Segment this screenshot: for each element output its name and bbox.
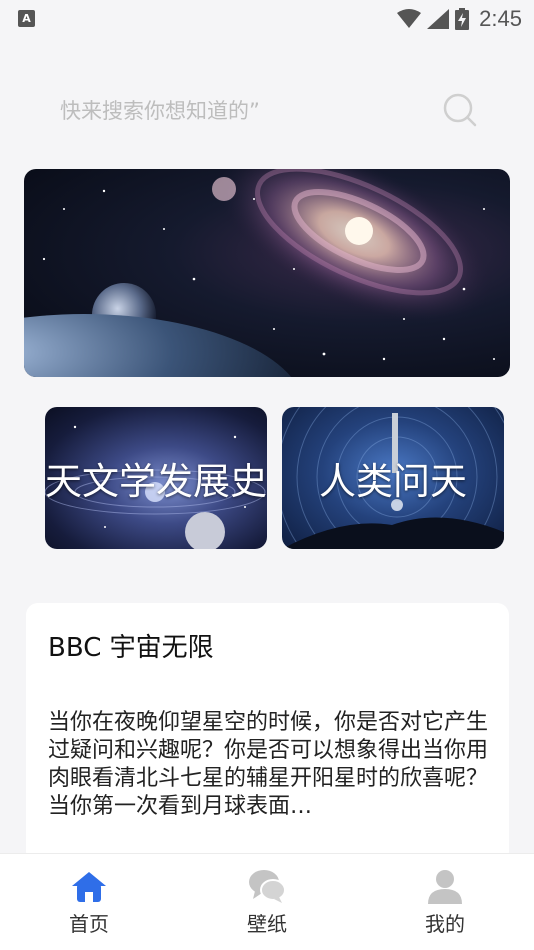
nav-label: 首页 [69, 912, 109, 936]
galaxy-banner-image[interactable] [24, 169, 510, 377]
article-excerpt: 当你在夜晚仰望星空的时候，你是否对它产生过疑问和兴趣呢？你是否可以想象得出当你用… [48, 710, 488, 819]
category-card-exploration[interactable]: 人类问天 [282, 407, 504, 549]
search-input[interactable] [60, 94, 420, 128]
nav-item-wallpaper[interactable]: 壁纸 [207, 866, 327, 946]
wifi-icon [397, 9, 422, 28]
article-title: BBC 宇宙无限 [48, 633, 214, 663]
nav-label: 我的 [425, 912, 465, 936]
chat-icon [249, 870, 286, 903]
category-label: 天文学发展史 [45, 460, 267, 503]
nav-item-mine[interactable]: 我的 [385, 866, 505, 946]
nav-item-home[interactable]: 首页 [29, 866, 149, 946]
search-bar[interactable] [44, 80, 490, 140]
status-time: 2:45 [479, 6, 522, 31]
home-icon [72, 872, 106, 902]
nav-label: 壁纸 [247, 912, 287, 936]
category-card-history[interactable]: 天文学发展史 [45, 407, 267, 549]
signal-icon [427, 9, 450, 29]
status-bar: A 2:45 [0, 0, 534, 38]
search-icon[interactable] [442, 92, 478, 128]
notification-badge: A [18, 10, 35, 27]
bottom-nav: 首页 壁纸 我的 [0, 853, 534, 950]
user-icon [428, 870, 462, 904]
category-label: 人类问天 [319, 460, 467, 503]
status-indicators: 2:45 [397, 6, 522, 32]
article-card[interactable]: BBC 宇宙无限 当你在夜晚仰望星空的时候，你是否对它产生过疑问和兴趣呢？你是否… [26, 603, 509, 863]
battery-charging-icon [455, 8, 470, 30]
